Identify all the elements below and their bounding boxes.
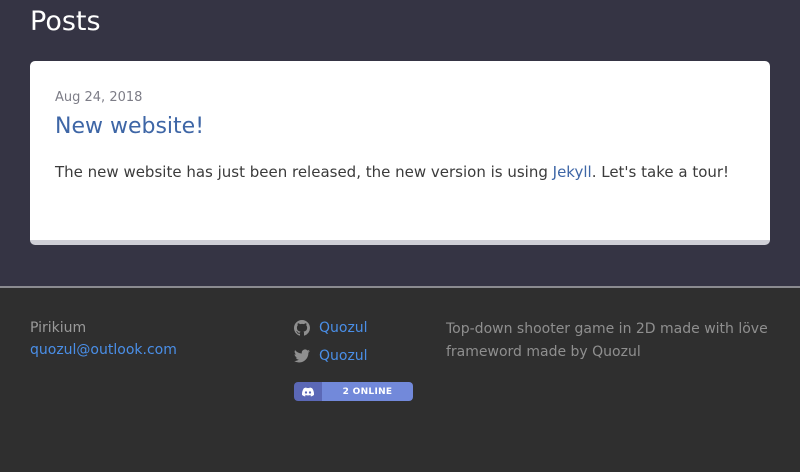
post-title-link[interactable]: New website! <box>55 114 204 139</box>
twitter-link[interactable]: Quozul <box>319 348 368 364</box>
post-excerpt-text-end: . Let's take a tour! <box>591 163 730 181</box>
github-icon <box>294 320 310 336</box>
github-link[interactable]: Quozul <box>319 320 368 336</box>
github-row: Quozul <box>294 318 368 338</box>
email-link[interactable]: quozul@outlook.com <box>30 342 177 358</box>
footer: Pirikium quozul@outlook.com Quozul Quozu… <box>0 288 800 472</box>
twitter-row: Quozul <box>294 346 368 366</box>
main-section: Posts Aug 24, 2018 New website! The new … <box>0 0 800 286</box>
post-excerpt: The new website has just been released, … <box>55 163 729 181</box>
site-name: Pirikium <box>30 320 87 336</box>
discord-online-count: 2 ONLINE <box>322 382 413 401</box>
discord-icon <box>294 382 322 401</box>
post-card: Aug 24, 2018 New website! The new websit… <box>30 61 770 245</box>
discord-badge[interactable]: 2 ONLINE <box>294 382 413 401</box>
post-excerpt-text: The new website has just been released, … <box>55 163 553 181</box>
twitter-icon <box>294 348 310 364</box>
game-description: Top-down shooter game in 2D made with lö… <box>446 321 768 360</box>
post-date: Aug 24, 2018 <box>55 90 143 105</box>
page-title: Posts <box>30 6 101 37</box>
jekyll-link[interactable]: Jekyll <box>553 163 592 181</box>
